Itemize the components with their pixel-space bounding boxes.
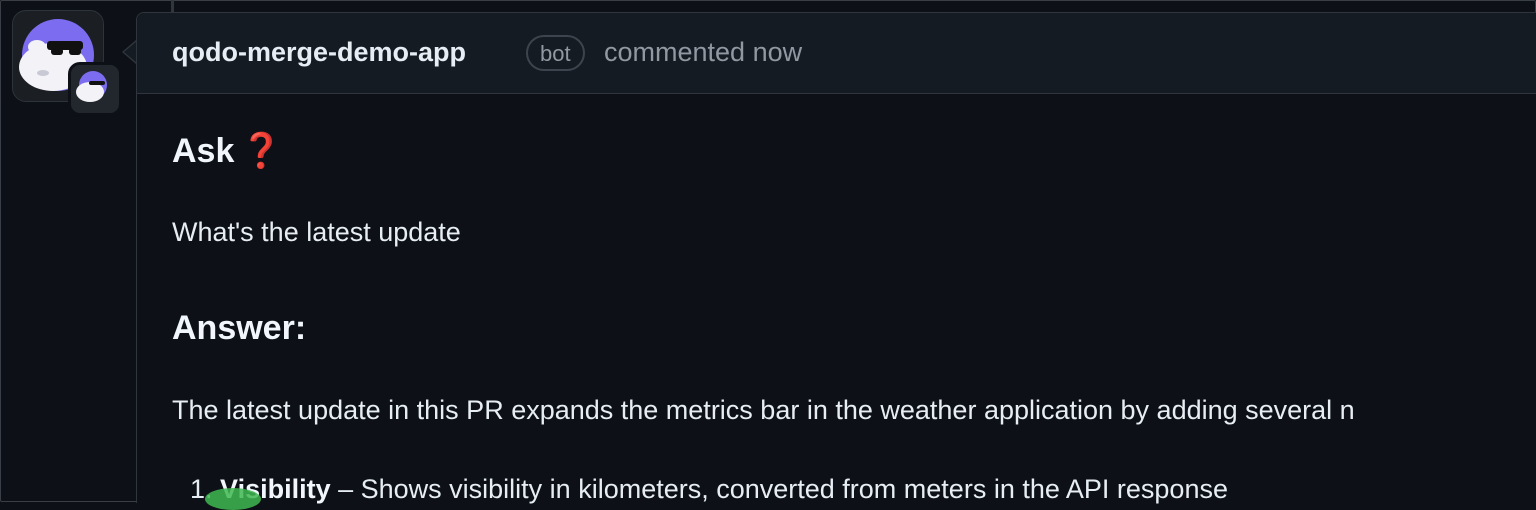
ask-heading-label: Ask <box>172 132 235 170</box>
avatar-group[interactable] <box>12 10 122 116</box>
bot-badge: bot <box>526 35 585 71</box>
answer-paragraph: The latest update in this PR expands the… <box>172 395 1355 425</box>
red-question-mark-icon: ❓ <box>240 132 283 170</box>
comment-header: qodo-merge-demo-app bot commented now <box>137 13 1536 94</box>
answer-heading: Answer: <box>172 309 307 347</box>
cursor-highlight <box>205 488 261 510</box>
list-item-separator: – <box>330 474 361 504</box>
timeline-line <box>171 0 174 12</box>
list-item-description: Shows visibility in kilometers, converte… <box>360 474 1228 504</box>
question-text: What's the latest update <box>172 217 461 247</box>
ask-heading: Ask ❓ <box>172 131 283 171</box>
comment-timestamp[interactable]: commented now <box>604 37 802 68</box>
comment-box: qodo-merge-demo-app bot commented now As… <box>136 12 1536 505</box>
author-link[interactable]: qodo-merge-demo-app <box>172 37 466 68</box>
list-item: 1. Visibility – Shows visibility in kilo… <box>190 474 1228 505</box>
app-avatar-icon <box>68 62 122 116</box>
